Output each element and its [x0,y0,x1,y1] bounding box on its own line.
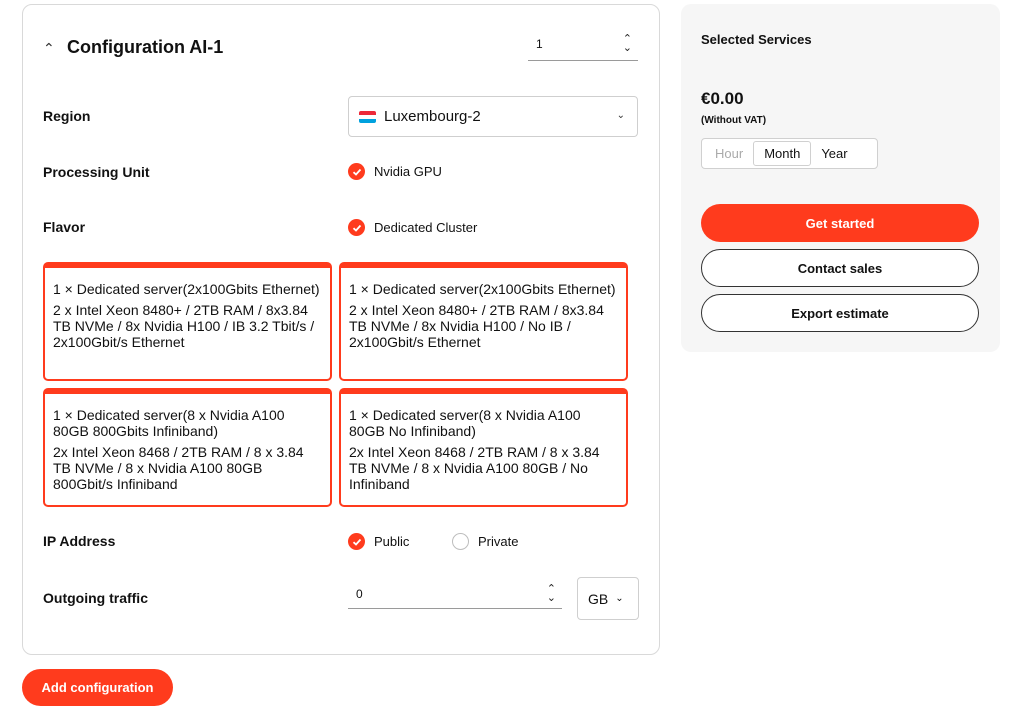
configuration-header[interactable]: ⌃ Configuration AI-1 [43,37,223,58]
checkmark-icon [348,533,365,550]
server-spec: 2x Intel Xeon 8468 / 2TB RAM / 8 x 3.84 … [349,444,600,492]
chevron-up-icon[interactable]: ⌃ [43,41,57,55]
server-spec: 2 x Intel Xeon 8480+ / 2TB RAM / 8x3.84 … [349,302,604,350]
quantity-value[interactable]: 1 [536,37,543,51]
server-title: 1 × Dedicated server(8 x Nvidia A100 80G… [53,407,285,439]
billing-period-toggle: Hour Month Year [701,138,878,169]
period-year[interactable]: Year [811,141,857,166]
chevron-down-icon: ⌄ [615,593,624,604]
flavor-option-label: Dedicated Cluster [374,220,478,235]
outgoing-traffic-label: Outgoing traffic [43,590,148,606]
get-started-button[interactable]: Get started [701,204,979,242]
ip-option-public[interactable]: Public [348,533,409,550]
luxembourg-flag-icon [359,110,376,123]
period-hour[interactable]: Hour [705,141,753,166]
stepper-arrows-icon[interactable]: ⌃ ⌄ [547,584,556,604]
flavor-label: Flavor [43,219,86,235]
processing-unit-option-gpu[interactable]: Nvidia GPU [348,163,442,180]
flavor-option-dedicated-cluster[interactable]: Dedicated Cluster [348,219,477,236]
ip-option-public-label: Public [374,534,410,549]
server-option-card[interactable]: 1 × Dedicated server(2x100Gbits Ethernet… [339,262,628,381]
traffic-value[interactable]: 0 [356,587,363,601]
server-option-card[interactable]: 1 × Dedicated server(8 x Nvidia A100 80G… [339,388,628,507]
server-title: 1 × Dedicated server(2x100Gbits Ethernet… [349,281,616,297]
processing-unit-option-label: Nvidia GPU [374,164,442,179]
checkmark-icon [348,219,365,236]
configuration-title: Configuration AI-1 [67,37,224,57]
chevron-down-icon: ⌄ [616,110,625,121]
traffic-unit-select[interactable]: GB ⌄ [577,577,639,620]
server-title: 1 × Dedicated server(8 x Nvidia A100 80G… [349,407,581,439]
traffic-unit-value: GB [588,590,609,607]
contact-sales-button[interactable]: Contact sales [701,249,979,287]
region-select[interactable]: Luxembourg-2 ⌄ [348,96,638,137]
period-month[interactable]: Month [753,141,812,166]
ip-option-private[interactable]: Private [452,533,518,550]
export-estimate-button[interactable]: Export estimate [701,294,979,332]
stepper-arrows-icon[interactable]: ⌃ ⌄ [623,34,632,54]
add-configuration-button[interactable]: Add configuration [22,669,173,706]
server-option-card[interactable]: 1 × Dedicated server(2x100Gbits Ethernet… [43,262,332,381]
outgoing-traffic-input[interactable]: 0 ⌃ ⌄ [348,579,562,609]
ip-address-label: IP Address [43,533,116,549]
quantity-stepper[interactable]: 1 ⌃ ⌄ [528,31,638,61]
server-spec: 2 x Intel Xeon 8480+ / 2TB RAM / 8x3.84 … [53,302,315,350]
server-option-card[interactable]: 1 × Dedicated server(8 x Nvidia A100 80G… [43,388,332,507]
selected-services-panel: Selected Services €0.00 (Without VAT) Ho… [681,4,1000,352]
region-selected-value: Luxembourg-2 [384,108,481,125]
server-title: 1 × Dedicated server(2x100Gbits Ethernet… [53,281,320,297]
total-price: €0.00 [701,89,744,108]
processing-unit-label: Processing Unit [43,164,150,180]
vat-note: (Without VAT) [701,115,767,126]
checkmark-icon [348,163,365,180]
radio-unchecked-icon [452,533,469,550]
summary-title: Selected Services [701,32,812,47]
server-spec: 2x Intel Xeon 8468 / 2TB RAM / 8 x 3.84 … [53,444,304,492]
region-label: Region [43,108,91,124]
configuration-card: ⌃ Configuration AI-1 1 ⌃ ⌄ Region Luxembo… [22,4,660,655]
ip-option-private-label: Private [478,534,519,549]
